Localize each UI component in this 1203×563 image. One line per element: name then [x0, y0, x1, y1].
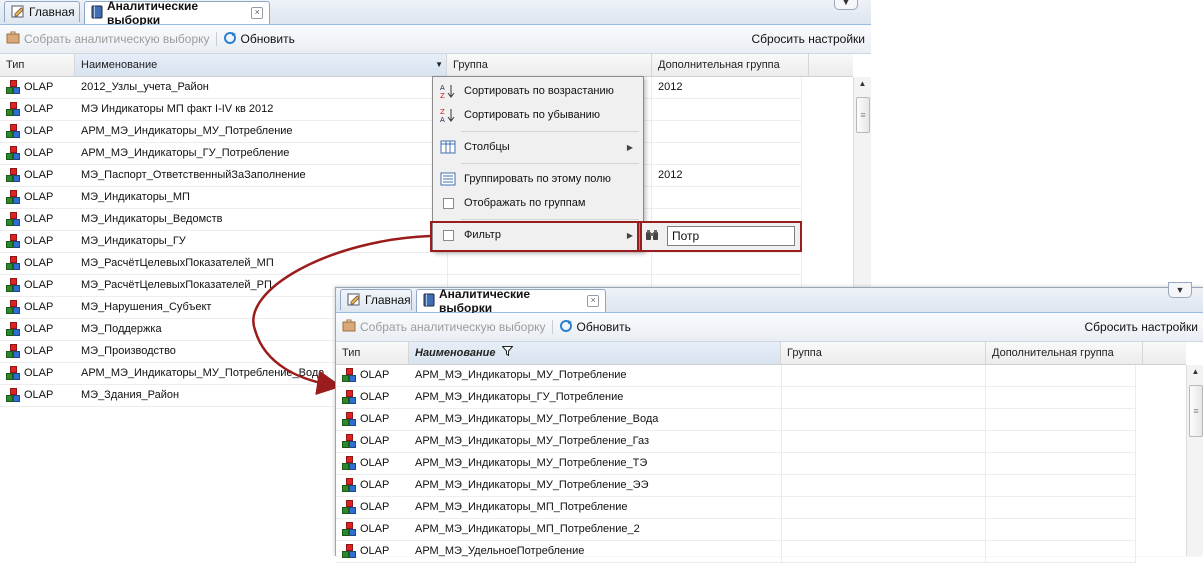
name-cell: АРМ_МЭ_Индикаторы_МУ_Потребление_Газ — [415, 435, 650, 447]
extra-group-cell — [986, 541, 1136, 562]
type-label: OLAP — [360, 545, 390, 557]
table-row[interactable]: OLAP АРМ_МЭ_Индикаторы_ГУ_Потребление — [336, 387, 1136, 409]
group-cell — [781, 497, 986, 518]
group-cell — [781, 387, 986, 408]
group-cell — [781, 475, 986, 496]
reset-settings-button[interactable]: Сбросить настройки — [1085, 320, 1198, 334]
group-cell — [781, 453, 986, 474]
extra-group-cell — [986, 409, 1136, 430]
name-cell: АРМ_МЭ_Индикаторы_ГУ_Потребление — [415, 391, 624, 403]
briefcase-icon — [342, 319, 356, 335]
type-cell: OLAP — [336, 453, 409, 474]
type-label: OLAP — [360, 435, 390, 447]
group-cell — [781, 365, 986, 386]
name-cell: АРМ_МЭ_Индикаторы_МУ_Потребление_ЭЭ — [415, 479, 649, 491]
type-cell: OLAP — [336, 431, 409, 452]
name-cell: АРМ_МЭ_УдельноеПотребление — [415, 545, 585, 557]
group-cell — [781, 409, 986, 430]
name-cell: АРМ_МЭ_Индикаторы_МУ_Потребление — [415, 369, 627, 381]
tab-label: Аналитические выборки — [439, 287, 531, 315]
olap-cube-icon — [342, 522, 357, 537]
group-cell — [781, 431, 986, 452]
tab-strip: Главная Аналитические выборки × — [336, 287, 1203, 315]
chevron-down-icon: ▼ — [1175, 285, 1185, 295]
type-label: OLAP — [360, 413, 390, 425]
olap-cube-icon — [342, 434, 357, 449]
group-cell — [781, 541, 986, 562]
name-cell: АРМ_МЭ_Индикаторы_МП_Потребление_2 — [415, 523, 640, 535]
type-cell: OLAP — [336, 387, 409, 408]
type-label: OLAP — [360, 479, 390, 491]
olap-cube-icon — [342, 412, 357, 427]
olap-cube-icon — [342, 544, 357, 559]
column-header-extra-group[interactable]: Дополнительная группа — [986, 342, 1143, 364]
vertical-scrollbar[interactable]: ▲ — [1186, 365, 1203, 556]
extra-group-cell — [986, 475, 1136, 496]
refresh-button[interactable]: Обновить — [553, 319, 637, 336]
extra-group-cell — [986, 453, 1136, 474]
filter-funnel-icon — [500, 342, 514, 364]
name-cell: АРМ_МЭ_Индикаторы_МУ_Потребление_ТЭ — [415, 457, 648, 469]
type-label: OLAP — [360, 523, 390, 535]
name-cell: АРМ_МЭ_Индикаторы_МП_Потребление — [415, 501, 628, 513]
book-icon — [423, 293, 435, 310]
type-label: OLAP — [360, 501, 390, 513]
table-row[interactable]: OLAP АРМ_МЭ_Индикаторы_МУ_Потребление_Вод… — [336, 409, 1136, 431]
analytic-samples-window-after: Главная Аналитические выборки × ▼ Собрат… — [335, 282, 1203, 563]
table-row[interactable]: OLAP АРМ_МЭ_Индикаторы_МУ_Потребление_ТЭ — [336, 453, 1136, 475]
olap-cube-icon — [342, 500, 357, 515]
table-row[interactable]: OLAP АРМ_МЭ_Индикаторы_МУ_Потребление — [336, 365, 1136, 387]
olap-cube-icon — [342, 368, 357, 383]
table-row[interactable]: OLAP АРМ_МЭ_Индикаторы_МУ_Потребление_Газ — [336, 431, 1136, 453]
extra-group-cell — [986, 387, 1136, 408]
olap-cube-icon — [342, 390, 357, 405]
refresh-icon — [559, 319, 573, 336]
name-cell: АРМ_МЭ_Индикаторы_МУ_Потребление_Вода — [415, 413, 659, 425]
scroll-up-icon[interactable]: ▲ — [1187, 365, 1203, 379]
scroll-thumb[interactable] — [1189, 385, 1203, 437]
extra-group-cell — [986, 365, 1136, 386]
tab-analytic-samples[interactable]: Аналитические выборки × — [416, 287, 606, 315]
type-label: OLAP — [360, 391, 390, 403]
tab-home[interactable]: Главная — [340, 289, 412, 310]
type-cell: OLAP — [336, 541, 409, 562]
column-header-name[interactable]: Наименование — [409, 342, 781, 364]
olap-cube-icon — [342, 456, 357, 471]
table-row[interactable]: OLAP АРМ_МЭ_Индикаторы_МУ_Потребление_ЭЭ — [336, 475, 1136, 497]
type-cell: OLAP — [336, 365, 409, 386]
type-cell: OLAP — [336, 519, 409, 540]
type-cell: OLAP — [336, 475, 409, 496]
toolbar: Собрать аналитическую выборку Обновить С… — [336, 313, 1203, 342]
grid-body: OLAP АРМ_МЭ_Индикаторы_МУ_Потребление OLAP… — [336, 365, 1136, 563]
table-row[interactable]: OLAP АРМ_МЭ_Индикаторы_МП_Потребление_2 — [336, 519, 1136, 541]
collapse-button[interactable]: ▼ — [1168, 282, 1192, 298]
extra-group-cell — [986, 497, 1136, 518]
tab-label: Главная — [365, 293, 411, 307]
table-row[interactable]: OLAP АРМ_МЭ_Индикаторы_МП_Потребление — [336, 497, 1136, 519]
type-cell: OLAP — [336, 497, 409, 518]
table-row[interactable]: OLAP АРМ_МЭ_УдельноеПотребление — [336, 541, 1136, 563]
column-header-group[interactable]: Группа — [781, 342, 986, 364]
extra-group-cell — [986, 519, 1136, 540]
collect-sample-button[interactable]: Собрать аналитическую выборку — [336, 319, 552, 335]
close-icon[interactable]: × — [587, 295, 599, 307]
type-label: OLAP — [360, 457, 390, 469]
grid-header: Тип Наименование Группа Дополнительная г… — [336, 342, 1186, 365]
type-label: OLAP — [360, 369, 390, 381]
type-cell: OLAP — [336, 409, 409, 430]
olap-cube-icon — [342, 478, 357, 493]
extra-group-cell — [986, 431, 1136, 452]
column-header-type[interactable]: Тип — [336, 342, 409, 364]
home-edit-icon — [347, 292, 361, 309]
group-cell — [781, 519, 986, 540]
